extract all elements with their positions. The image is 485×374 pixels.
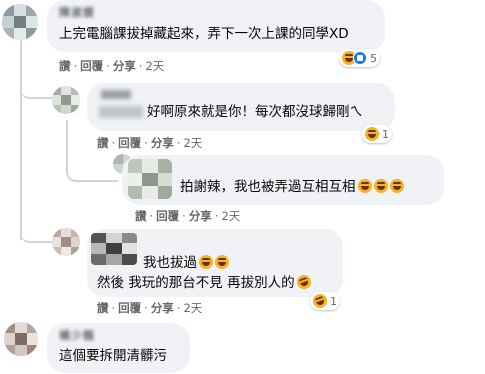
timestamp[interactable]: 2天 (145, 59, 164, 73)
reply-button[interactable]: 回覆 (80, 59, 103, 73)
timestamp[interactable]: 2天 (183, 136, 202, 150)
share-button[interactable]: 分享 (151, 136, 174, 150)
thread-connector-r2 (66, 158, 118, 182)
comment-bubble: 楊少龍 這個要拆開清髒污 (47, 323, 190, 373)
reply-bubble: 拍謝辣，我也被弄過互相互相 (122, 155, 444, 205)
comment-author[interactable]: 陳淑媛 (59, 4, 95, 20)
reaction-count: 5 (370, 51, 377, 65)
like-button[interactable]: 讚 (97, 301, 109, 315)
reply-text-line2: 然後 我玩的那台不見 再拔別人的 (97, 273, 313, 292)
reaction-summary[interactable]: 5 (339, 49, 380, 67)
avatar[interactable] (52, 86, 80, 114)
reply-text-line1: 我也拔過 (143, 254, 229, 272)
comment-actions: 讚 · 回覆 · 分享 · 2天 (59, 59, 165, 73)
reply-text: 拍謝辣，我也被弄過互相互相 (180, 178, 404, 196)
reply-button[interactable]: 回覆 (118, 301, 141, 315)
timestamp[interactable]: 2天 (183, 301, 202, 315)
reaction-count: 1 (382, 127, 389, 141)
comment-author[interactable]: 楊少龍 (59, 327, 95, 343)
avatar[interactable] (4, 322, 38, 356)
reply-actions: 讚 · 回覆 · 分享 · 2天 (135, 209, 241, 223)
avatar (128, 159, 172, 199)
reply-bubble: 好啊原來就是你！每次都沒球歸剛ㄟ (87, 83, 395, 131)
reply-actions: 讚 · 回覆 · 分享 · 2天 (97, 301, 203, 315)
haha-icon (389, 179, 404, 193)
reaction-count: 1 (330, 294, 337, 308)
avatar[interactable] (52, 228, 80, 256)
reply-bubble: 我也拔過 然後 我玩的那台不見 再拔別人的 (87, 229, 343, 297)
reply-button[interactable]: 回覆 (156, 209, 179, 223)
rofl-icon (311, 292, 329, 310)
haha-icon (215, 255, 229, 269)
timestamp[interactable]: 2天 (221, 209, 240, 223)
thread-line-main (20, 40, 22, 240)
reaction-summary[interactable]: 1 (362, 125, 392, 143)
comment-text: 上完電腦課拔掉藏起來，弄下一次上課的同學XD (59, 26, 349, 42)
like-button[interactable]: 讚 (135, 209, 147, 223)
like-icon (353, 51, 367, 65)
reply-text: 好啊原來就是你！每次都沒球歸剛ㄟ (147, 104, 363, 120)
reply-author[interactable] (101, 90, 131, 99)
like-button[interactable]: 讚 (59, 59, 71, 73)
like-button[interactable]: 讚 (97, 136, 109, 150)
share-button[interactable]: 分享 (113, 59, 136, 73)
thread-connector-r1 (20, 76, 54, 99)
haha-icon (357, 179, 372, 193)
comment-bubble: 陳淑媛 上完電腦課拔掉藏起來，弄下一次上課的同學XD (47, 0, 385, 52)
reply-actions: 讚 · 回覆 · 分享 · 2天 (97, 136, 203, 150)
share-button[interactable]: 分享 (151, 301, 174, 315)
haha-icon (365, 127, 379, 141)
haha-icon (373, 179, 388, 193)
rofl-icon (294, 273, 313, 291)
reply-button[interactable]: 回覆 (118, 136, 141, 150)
avatar[interactable] (2, 4, 38, 40)
haha-icon (199, 255, 213, 269)
reaction-summary[interactable]: 1 (310, 292, 340, 310)
share-button[interactable]: 分享 (189, 209, 212, 223)
thread-connector-r3 (20, 220, 54, 243)
thread-line-r1 (66, 120, 68, 160)
avatar (91, 233, 137, 265)
comment-text: 這個要拆開清髒污 (59, 348, 167, 364)
